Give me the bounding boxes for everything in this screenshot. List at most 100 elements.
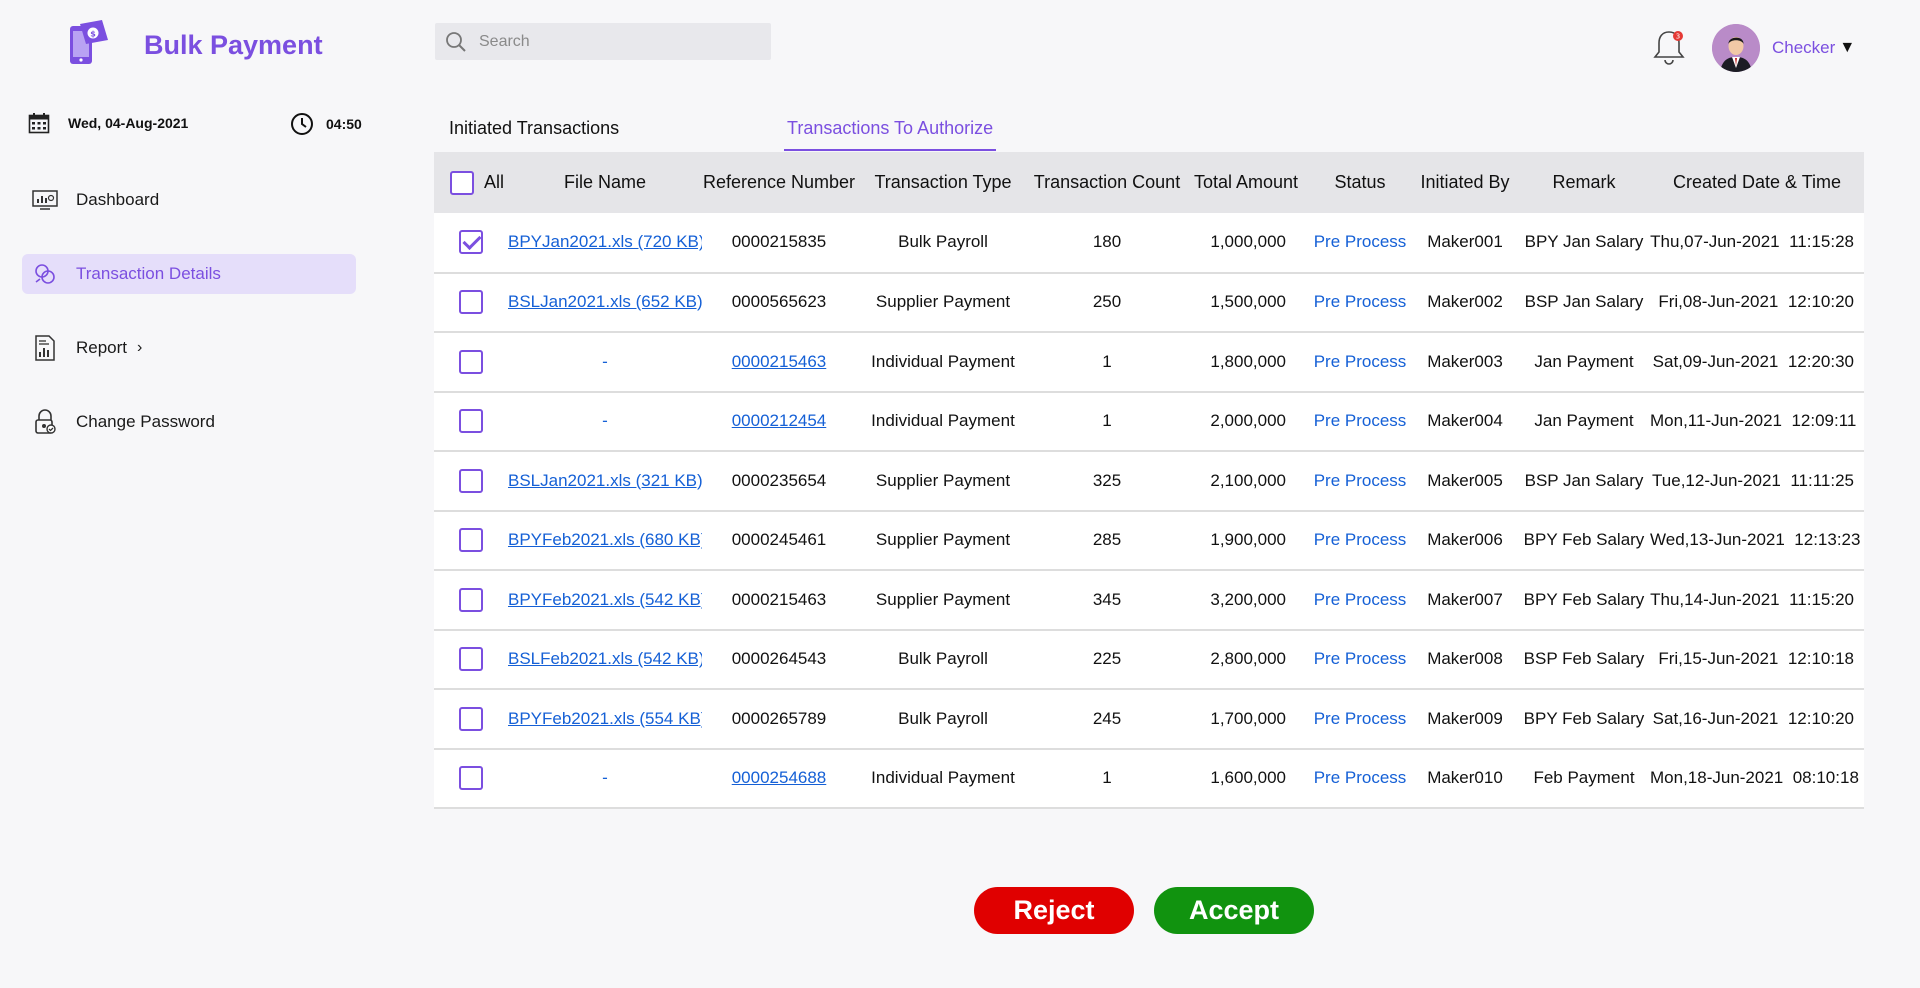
cell-select bbox=[434, 630, 508, 690]
avatar[interactable] bbox=[1712, 24, 1760, 72]
user-name: Checker bbox=[1772, 38, 1836, 57]
cell-file-name: BSLJan2021.xls (321 KB) bbox=[508, 451, 702, 511]
table-row: BSLJan2021.xls (652 KB) 0000565623 Suppl… bbox=[434, 272, 1864, 333]
cell-status: Pre Process bbox=[1308, 392, 1412, 452]
cell-initiated-by: Maker007 bbox=[1427, 589, 1503, 609]
sidebar-item-label: Report bbox=[76, 338, 128, 357]
cell-total-amount: 1,500,000 bbox=[1210, 292, 1286, 312]
cell-reference: 0000215463 bbox=[702, 332, 856, 392]
cell-total-amount: 3,200,000 bbox=[1210, 589, 1286, 609]
reference-number-link[interactable]: 0000212454 bbox=[732, 411, 827, 430]
status-badge: Pre Process bbox=[1313, 708, 1407, 728]
accept-button[interactable]: Accept bbox=[1154, 887, 1314, 934]
sidebar-item-dashboard[interactable]: Dashboard bbox=[22, 180, 356, 220]
reference-number: 0000565623 bbox=[731, 292, 827, 312]
cell-status: Pre Process bbox=[1308, 213, 1412, 273]
row-checkbox[interactable] bbox=[459, 468, 483, 493]
cell-initiated-by: Maker006 bbox=[1427, 530, 1503, 550]
cell-total-amount: 1,800,000 bbox=[1210, 351, 1286, 371]
tab-initiated-transactions[interactable]: Initiated Transactions bbox=[449, 118, 619, 149]
reference-number-link[interactable]: 0000254688 bbox=[732, 768, 827, 787]
sidebar-item-report[interactable]: Report › bbox=[22, 328, 356, 368]
file-name-link[interactable]: BPYFeb2021.xls (542 KB) bbox=[508, 590, 702, 609]
row-checkbox[interactable] bbox=[459, 349, 483, 374]
row-checkbox[interactable] bbox=[459, 766, 483, 791]
reference-number-link[interactable]: 0000215463 bbox=[732, 352, 827, 371]
search-input[interactable] bbox=[479, 32, 739, 51]
cell-select bbox=[434, 273, 508, 333]
cell-transaction-count: 1 bbox=[1102, 351, 1112, 371]
cell-reference: 0000215835 bbox=[702, 213, 856, 273]
created-time: 12:10:20 bbox=[1787, 708, 1854, 728]
cell-transaction-count: 245 bbox=[1092, 708, 1122, 728]
sidebar-item-transaction-details[interactable]: Transaction Details bbox=[22, 254, 356, 294]
table-header-row: All File Name Reference Number Transacti… bbox=[434, 152, 1864, 213]
created-time: 11:15:20 bbox=[1789, 589, 1854, 609]
header-select-all: All bbox=[434, 152, 508, 213]
cell-file-name: - bbox=[508, 332, 702, 392]
cell-transaction-count: 1 bbox=[1102, 411, 1112, 431]
reference-number: 0000235654 bbox=[731, 470, 827, 490]
report-icon bbox=[32, 335, 58, 361]
cell-file-name: - bbox=[508, 392, 702, 452]
cell-status: Pre Process bbox=[1308, 451, 1412, 511]
cell-transaction-count: 325 bbox=[1092, 470, 1122, 490]
row-checkbox[interactable] bbox=[459, 528, 483, 553]
created-time: 12:13:23 bbox=[1794, 530, 1861, 550]
file-name-link[interactable]: BPYJan2021.xls (720 KB) bbox=[508, 232, 702, 251]
current-time: 04:50 bbox=[326, 116, 362, 132]
cell-select bbox=[434, 570, 508, 630]
user-menu[interactable]: Checker ▼ bbox=[1772, 38, 1855, 58]
cell-initiated-by: Maker003 bbox=[1427, 351, 1503, 371]
cell-created-date-time: Fri,15-Jun-2021 12:10:18 bbox=[1650, 630, 1864, 690]
row-checkbox[interactable] bbox=[459, 647, 483, 672]
lock-icon bbox=[32, 409, 58, 435]
header-created-date-time: Created Date & Time bbox=[1672, 172, 1842, 192]
reject-button[interactable]: Reject bbox=[974, 887, 1134, 934]
created-time: 12:10:20 bbox=[1787, 292, 1854, 312]
cell-reference: 0000245461 bbox=[702, 511, 856, 571]
row-checkbox[interactable] bbox=[459, 706, 483, 731]
cell-transaction-type: Bulk Payroll bbox=[898, 232, 988, 252]
row-checkbox[interactable] bbox=[459, 230, 483, 255]
cell-total-amount: 2,000,000 bbox=[1210, 411, 1286, 431]
header-remark: Remark bbox=[1552, 172, 1616, 192]
cell-transaction-type: Individual Payment bbox=[871, 411, 1015, 431]
tab-transactions-to-authorize[interactable]: Transactions To Authorize bbox=[784, 118, 997, 151]
cell-transaction-count: 285 bbox=[1092, 530, 1122, 550]
created-date: Mon,18-Jun-2021 bbox=[1650, 768, 1784, 788]
header-transaction-type: Transaction Type bbox=[874, 172, 1012, 192]
cell-reference: 0000265789 bbox=[702, 689, 856, 749]
table-row: - 0000215463 Individual Payment 1 1,800,… bbox=[434, 332, 1864, 392]
file-name-link[interactable]: BSLJan2021.xls (321 KB) bbox=[508, 471, 702, 490]
file-name-link[interactable]: BPYFeb2021.xls (554 KB) bbox=[508, 709, 702, 728]
file-name-link[interactable]: BPYFeb2021.xls (680 KB) bbox=[508, 530, 702, 549]
cell-remark: BSP Jan Salary bbox=[1524, 292, 1644, 312]
cell-created-date-time: Thu,14-Jun-2021 11:15:20 bbox=[1650, 570, 1864, 630]
table-row: BPYFeb2021.xls (680 KB) 0000245461 Suppl… bbox=[434, 510, 1864, 571]
file-name-link[interactable]: BSLJan2021.xls (652 KB) bbox=[508, 292, 702, 311]
cell-created-date-time: Mon,11-Jun-2021 12:09:11 bbox=[1650, 392, 1864, 452]
status-badge: Pre Process bbox=[1313, 589, 1407, 609]
row-checkbox[interactable] bbox=[459, 587, 483, 612]
transactions-table-wrap: All File Name Reference Number Transacti… bbox=[434, 152, 1864, 809]
bell-icon[interactable]: 3 bbox=[1652, 28, 1686, 66]
cell-status: Pre Process bbox=[1308, 630, 1412, 690]
row-checkbox[interactable] bbox=[459, 290, 483, 315]
created-date: Tue,12-Jun-2021 bbox=[1652, 470, 1781, 490]
cell-created-date-time: Sat,16-Jun-2021 12:10:20 bbox=[1650, 689, 1864, 749]
status-badge: Pre Process bbox=[1313, 351, 1407, 371]
cell-remark: BPY Feb Salary bbox=[1523, 589, 1645, 609]
cell-reference: 0000254688 bbox=[702, 749, 856, 809]
cell-file-name: BPYJan2021.xls (720 KB) bbox=[508, 213, 702, 273]
sidebar-item-label: Dashboard bbox=[76, 190, 160, 209]
file-name-link[interactable]: BSLFeb2021.xls (542 KB) bbox=[508, 649, 702, 668]
cell-remark: BSP Jan Salary bbox=[1524, 470, 1644, 490]
row-checkbox[interactable] bbox=[459, 409, 483, 434]
created-date: Wed,13-Jun-2021 bbox=[1650, 530, 1785, 550]
file-name-empty: - bbox=[602, 351, 608, 371]
cell-status: Pre Process bbox=[1308, 273, 1412, 333]
sidebar-item-change-password[interactable]: Change Password bbox=[22, 402, 356, 442]
select-all-checkbox[interactable] bbox=[450, 170, 474, 195]
time-display: 04:50 bbox=[290, 112, 362, 136]
